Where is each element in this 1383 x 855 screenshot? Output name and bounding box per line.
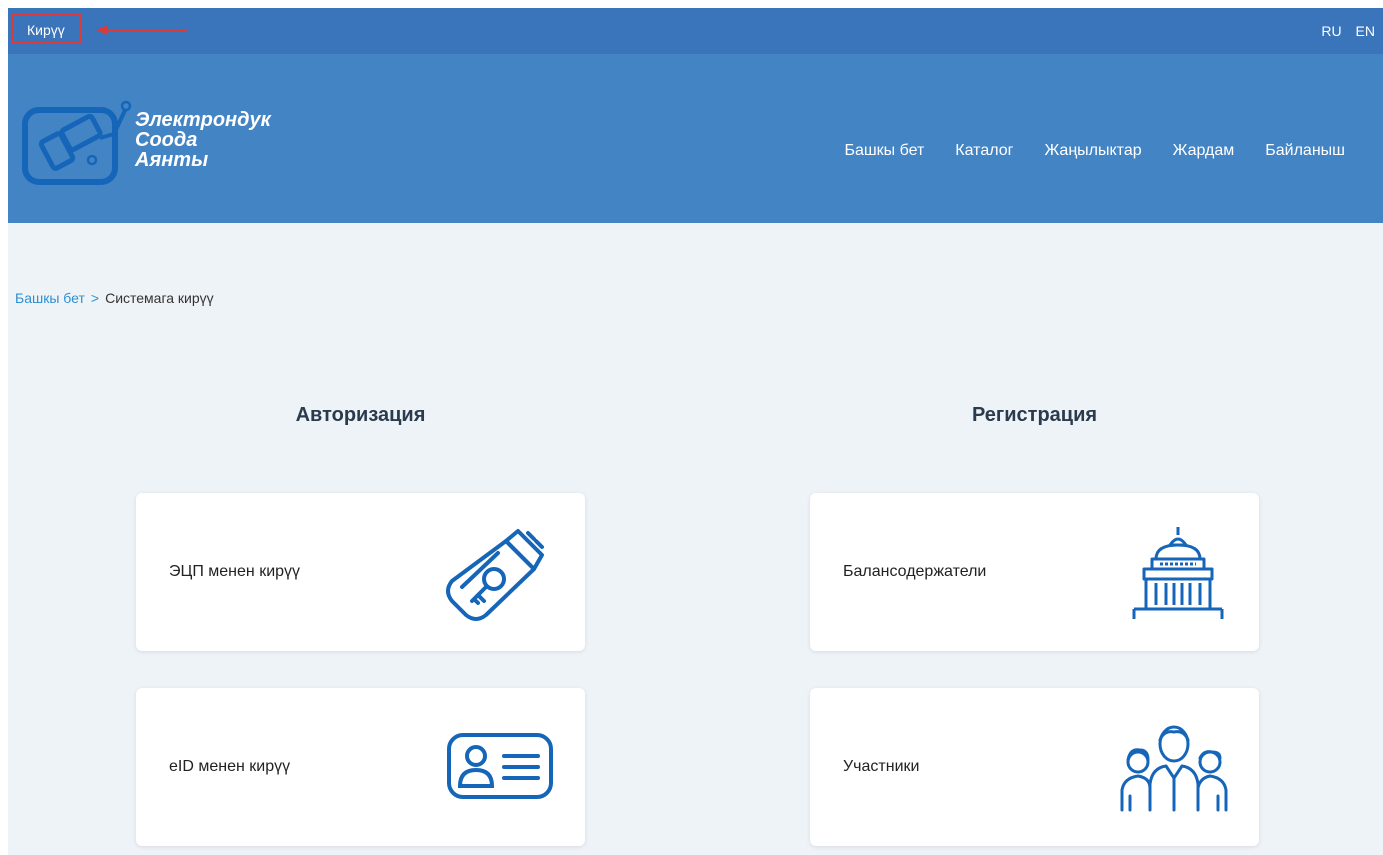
- register-holders-label: Балансодержатели: [843, 563, 987, 580]
- register-title: Регистрация: [971, 404, 1098, 426]
- login-ecp-card[interactable]: ЭЦП менен кирүү: [136, 493, 585, 651]
- nav-catalog[interactable]: Каталог: [955, 142, 1013, 160]
- people-group-icon: [1120, 725, 1228, 812]
- site-header: Электрондук Соода Аянты Башкы бет Катало…: [8, 54, 1383, 223]
- nav-contact[interactable]: Байланыш: [1265, 142, 1345, 160]
- breadcrumb-home[interactable]: Башкы бет: [15, 290, 85, 306]
- brand-line-2: Соода: [135, 129, 198, 151]
- breadcrumb-separator: >: [90, 290, 100, 306]
- login-ecp-label: ЭЦП менен кирүү: [169, 563, 301, 580]
- nav-help[interactable]: Жардам: [1173, 142, 1235, 160]
- breadcrumb: Башкы бет > Системага кирүү: [15, 290, 214, 306]
- register-participants-label: Участники: [843, 758, 920, 775]
- auth-title: Авторизация: [295, 404, 426, 426]
- brand-line-1: Электрондук: [135, 109, 271, 131]
- nav-news[interactable]: Жаңылыктар: [1044, 142, 1141, 160]
- brand-line-3: Аянты: [135, 149, 209, 171]
- language-switcher: RU EN: [1311, 8, 1375, 54]
- main-nav: Башкы бет Каталог Жаңылыктар Жардам Байл…: [844, 142, 1345, 160]
- page: Кирүү RU EN Электрондук Соода Аянты Башк…: [8, 8, 1383, 855]
- login-eid-card[interactable]: eID менен кирүү: [136, 688, 585, 846]
- lang-ru[interactable]: RU: [1321, 23, 1341, 39]
- lang-en[interactable]: EN: [1356, 23, 1375, 39]
- id-card-icon: [447, 733, 553, 799]
- register-holders-card[interactable]: Балансодержатели: [810, 493, 1259, 651]
- top-bar: Кирүү RU EN: [8, 8, 1383, 54]
- annotation-arrow: [96, 25, 188, 35]
- login-link[interactable]: Кирүү: [11, 13, 81, 43]
- login-eid-label: eID менен кирүү: [169, 758, 291, 775]
- logo-icon[interactable]: [22, 100, 132, 188]
- brand-name: Электрондук Соода Аянты: [135, 110, 271, 170]
- breadcrumb-current: Системага кирүү: [105, 290, 214, 306]
- nav-home[interactable]: Башкы бет: [844, 142, 924, 160]
- register-participants-card[interactable]: Участники: [810, 688, 1259, 846]
- usb-key-icon: [446, 529, 544, 621]
- government-building-icon: [1132, 527, 1224, 619]
